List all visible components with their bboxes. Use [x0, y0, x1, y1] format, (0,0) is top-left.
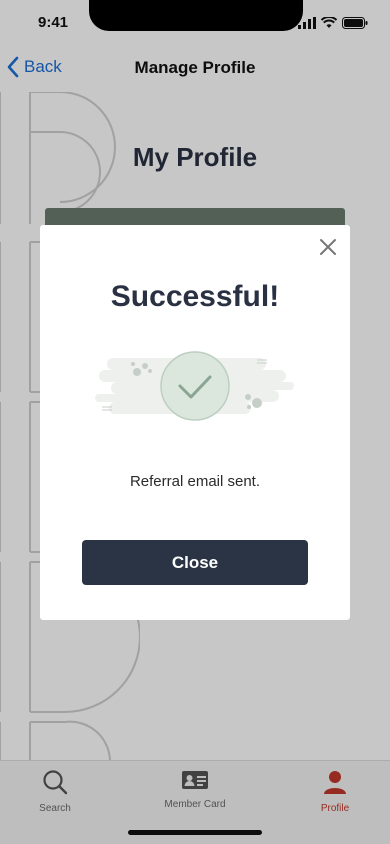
modal-title: Successful! [110, 280, 280, 313]
close-icon[interactable] [318, 237, 338, 257]
success-modal: Successful! Referral email sent. Close [40, 225, 350, 620]
close-button[interactable]: Close [82, 540, 308, 585]
checkmark-icon [95, 351, 294, 421]
app-screen: 9:41 Back Manage Profile My Profile Sear… [0, 0, 390, 844]
modal-message: Referral email sent. [129, 473, 261, 490]
